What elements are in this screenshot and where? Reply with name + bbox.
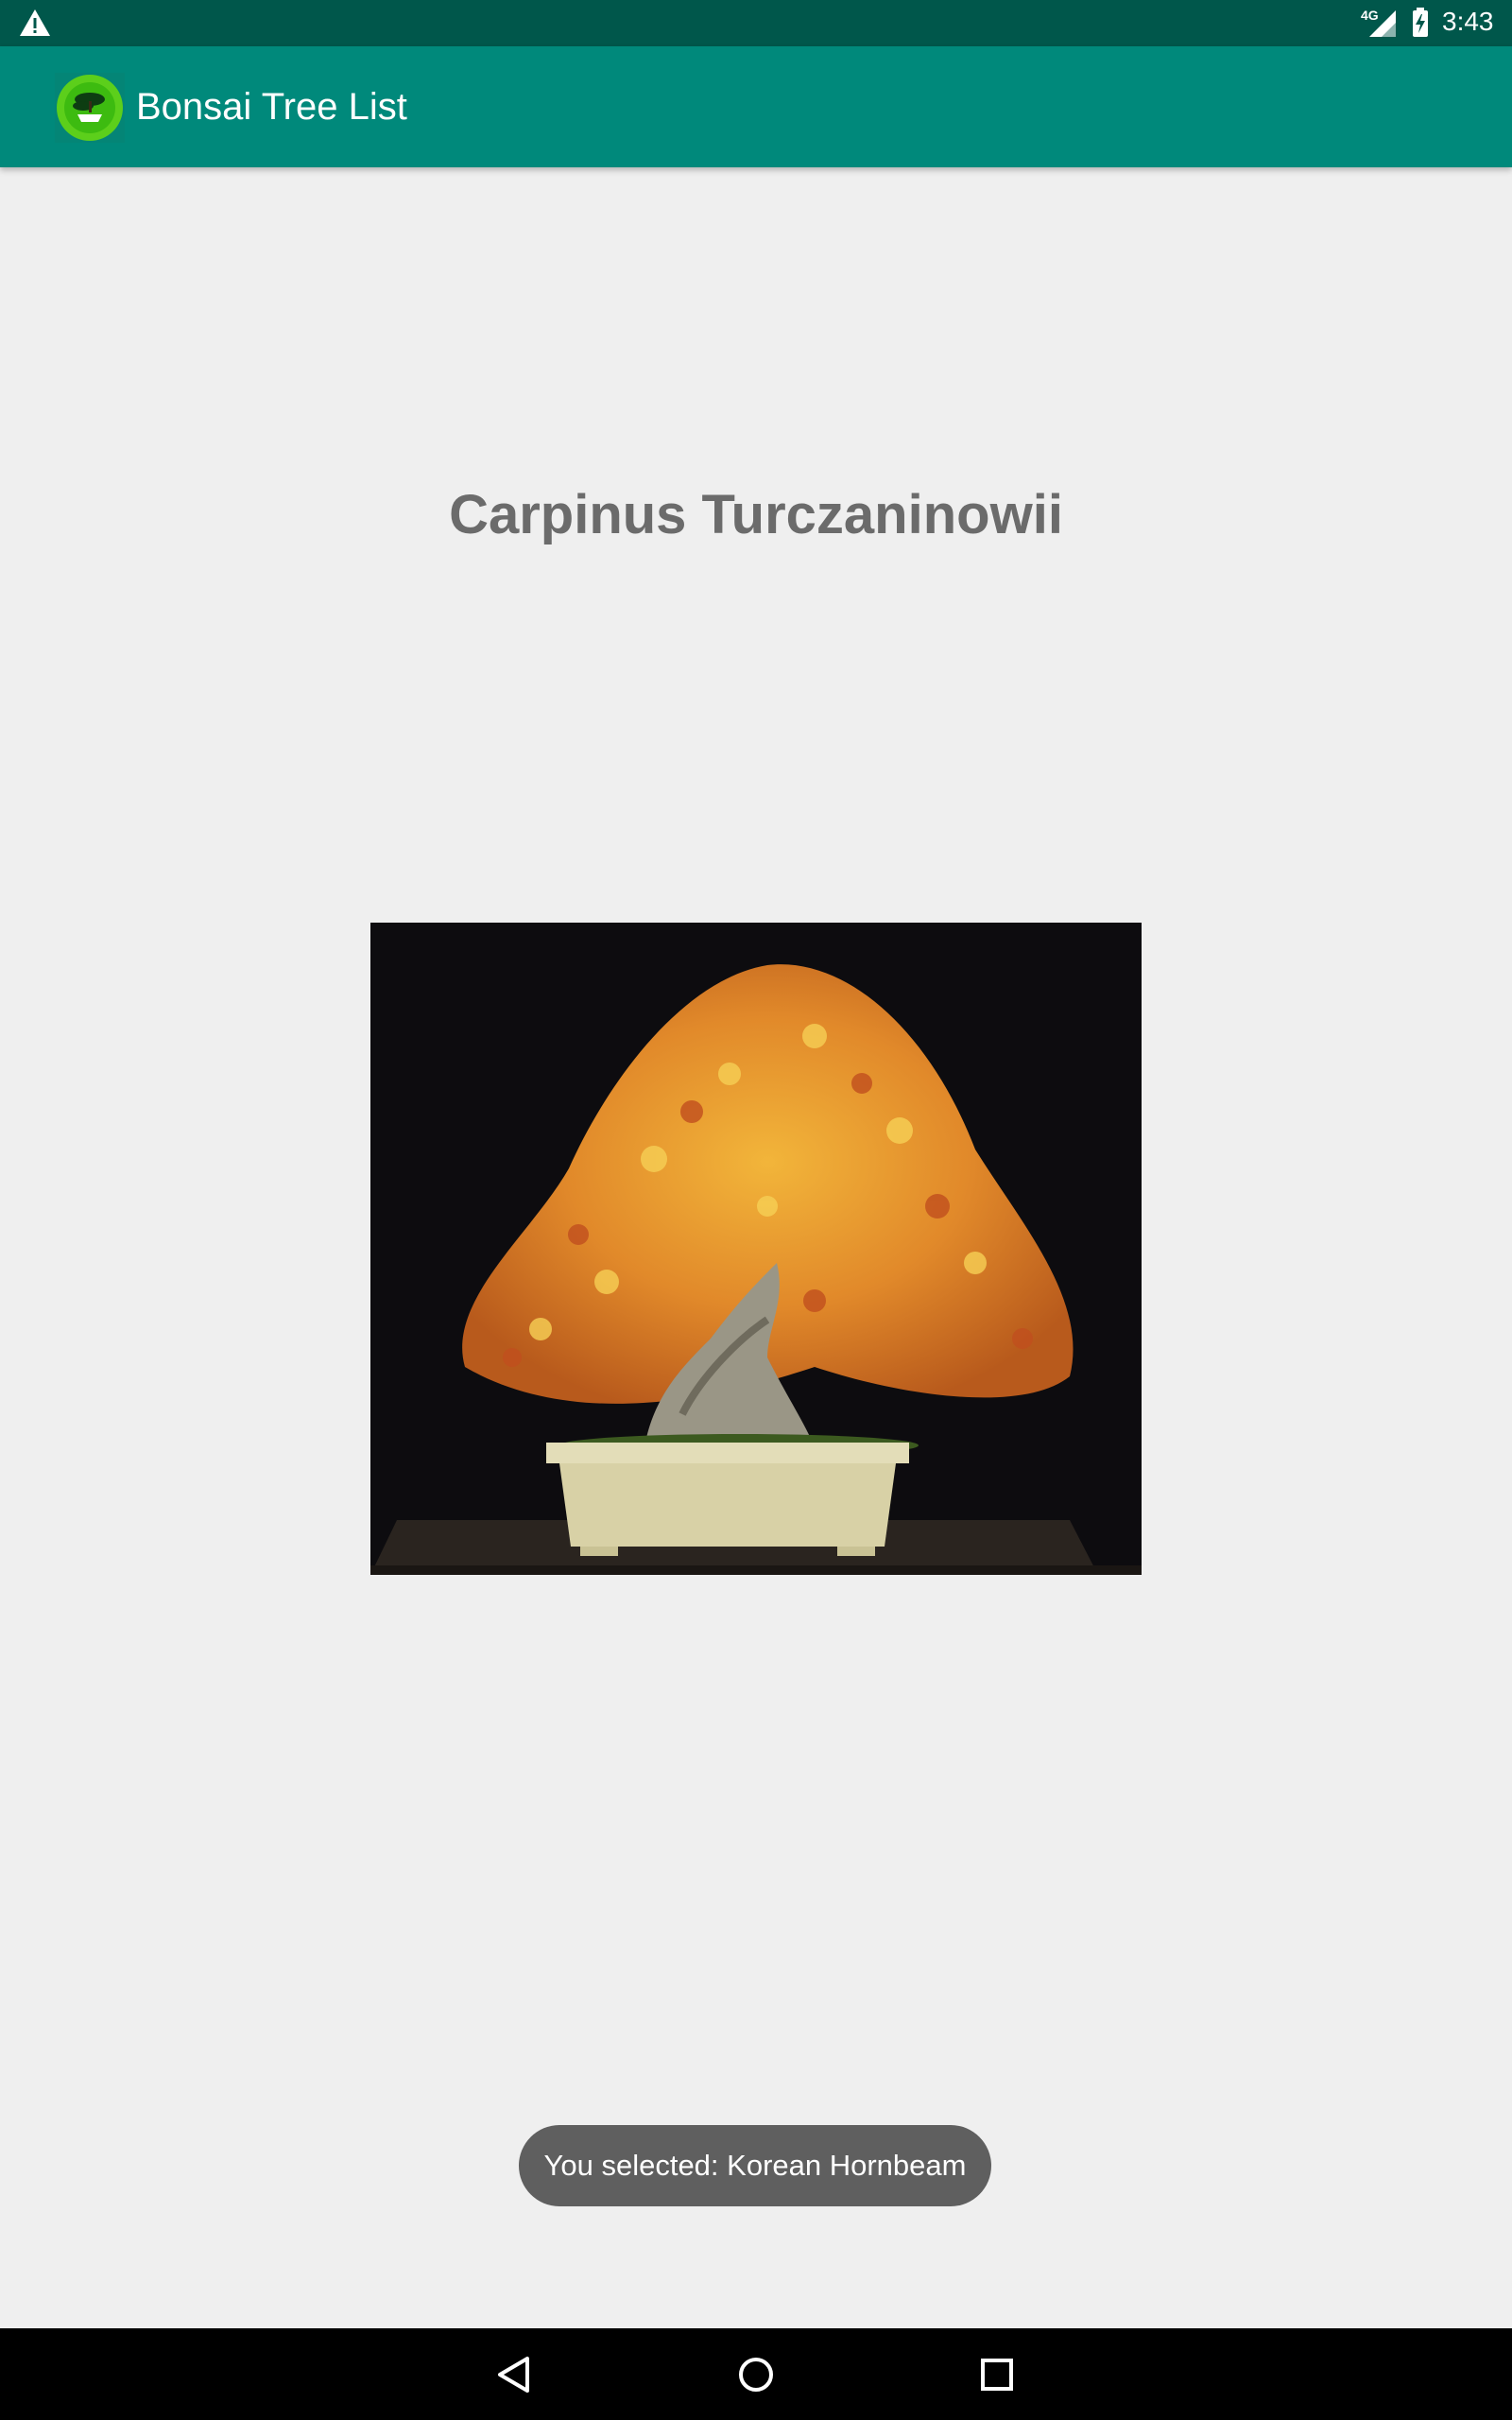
navigation-bar: [0, 2328, 1512, 2420]
signal-icon: [1369, 10, 1396, 37]
status-bar: 4G 3:43: [0, 0, 1512, 46]
app-bar: Bonsai Tree List: [0, 46, 1512, 167]
bonsai-tree-photo: [370, 923, 1142, 1575]
toast-message: You selected: Korean Hornbeam: [519, 2125, 991, 2206]
back-icon[interactable]: [491, 2351, 539, 2398]
app-title: Bonsai Tree List: [136, 86, 407, 128]
status-clock: 3:43: [1442, 7, 1494, 36]
warning-icon: [20, 9, 50, 36]
species-title: Carpinus Turczaninowii: [449, 484, 1063, 545]
home-icon[interactable]: [732, 2351, 780, 2398]
battery-charging-icon: [1413, 8, 1428, 37]
recents-icon[interactable]: [973, 2351, 1021, 2398]
bonsai-logo-icon: [55, 73, 125, 143]
